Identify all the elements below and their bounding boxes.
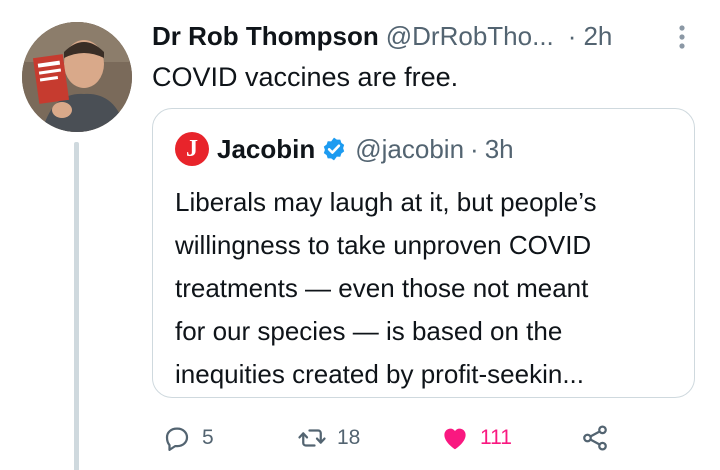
more-options-icon[interactable] <box>676 24 688 50</box>
share-button[interactable] <box>580 418 620 458</box>
quoted-text-line: for our species — is based on the <box>175 316 563 346</box>
quoted-tweet-header: J Jacobin @jacobin · 3h <box>175 131 514 167</box>
quoted-text-line: Liberals may laugh at it, but people’s <box>175 187 597 217</box>
heart-icon <box>444 428 466 450</box>
tweet-time[interactable]: 2h <box>583 21 612 52</box>
verified-badge-icon <box>324 137 345 161</box>
quoted-tweet[interactable]: J Jacobin @jacobin · 3h Liberals may lau… <box>152 108 695 398</box>
jacobin-logo-icon: J <box>175 132 209 166</box>
quoted-text-line: inequities created by profit-seekin... <box>175 359 584 389</box>
separator-dot: · <box>567 20 577 51</box>
share-icon <box>583 425 607 451</box>
author-name[interactable]: Dr Rob Thompson <box>152 21 379 52</box>
retweet-button[interactable]: 18 <box>297 418 360 458</box>
like-button[interactable]: 111 <box>440 418 512 458</box>
quoted-author-handle: @jacobin <box>355 133 465 164</box>
tweet-text: COVID vaccines are free. <box>152 62 459 92</box>
thread-line <box>74 142 79 470</box>
reply-button[interactable]: 5 <box>162 418 214 458</box>
retweet-icon <box>298 429 326 447</box>
reply-count: 5 <box>202 426 214 449</box>
tweet-actions: 5 18 111 <box>152 418 692 458</box>
tweet-header: Dr Rob Thompson @DrRobTho... · 2h <box>152 18 692 54</box>
avatar[interactable] <box>22 22 132 132</box>
quoted-tweet-time: 3h <box>484 133 514 164</box>
author-handle[interactable]: @DrRobTho... <box>386 21 554 52</box>
like-count: 111 <box>480 426 512 449</box>
quoted-tweet-text: Liberals may laugh at it, but people’s w… <box>175 181 680 396</box>
quoted-author-name: Jacobin <box>217 133 316 164</box>
retweet-count: 18 <box>337 426 361 449</box>
reply-icon <box>165 427 189 451</box>
quoted-text-line: treatments — even those not meant <box>175 273 589 303</box>
separator-dot: · <box>470 133 479 164</box>
profile-photo <box>22 22 132 132</box>
quoted-text-line: willingness to take unproven COVID <box>175 230 592 260</box>
